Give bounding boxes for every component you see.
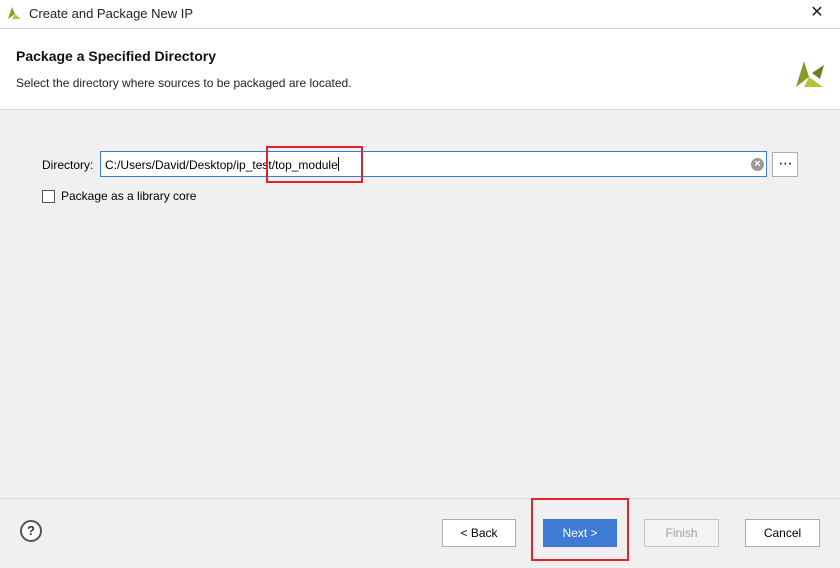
cancel-button[interactable]: Cancel — [745, 519, 820, 547]
vivado-logo-icon — [8, 7, 21, 19]
browse-button[interactable]: ⋯ — [772, 152, 798, 177]
library-core-checkbox[interactable] — [42, 190, 55, 203]
back-button[interactable]: < Back — [442, 519, 516, 547]
close-icon[interactable]: ✕ — [808, 4, 826, 22]
help-icon[interactable]: ? — [20, 520, 42, 542]
footer-divider — [0, 498, 840, 499]
next-button[interactable]: Next > — [543, 519, 617, 547]
wizard-header: Package a Specified Directory Select the… — [0, 29, 840, 110]
library-core-label[interactable]: Package as a library core — [61, 189, 196, 203]
directory-input[interactable]: C:/Users/David/Desktop/ip_test/top_modul… — [100, 151, 767, 177]
directory-value: C:/Users/David/Desktop/ip_test/top_modul… — [105, 158, 338, 172]
page-title: Package a Specified Directory — [16, 48, 216, 64]
clear-icon[interactable]: × — [751, 158, 764, 171]
text-caret — [337, 157, 339, 171]
vivado-logo-icon — [796, 61, 824, 87]
directory-label: Directory: — [42, 158, 94, 172]
window-titlebar: Create and Package New IP ✕ — [0, 0, 840, 29]
page-subtitle: Select the directory where sources to be… — [16, 76, 352, 90]
finish-button[interactable]: Finish — [644, 519, 719, 547]
window-title: Create and Package New IP — [29, 6, 194, 21]
